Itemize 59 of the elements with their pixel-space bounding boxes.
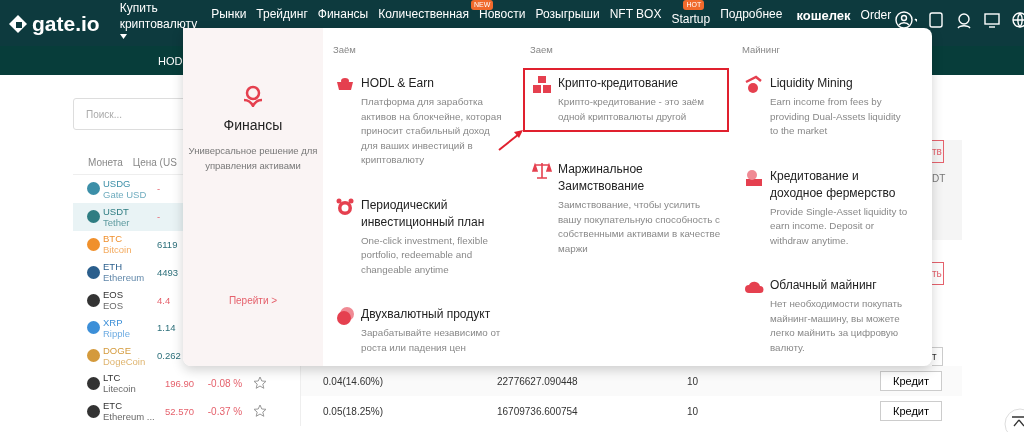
menu-subtitle: Универсальное решение для управления активами [188, 144, 318, 173]
coin-name: Bitcoin [103, 244, 133, 256]
column-header: Цена (US [132, 157, 177, 168]
column-header: Монета [88, 157, 123, 168]
coin-price: - [157, 211, 161, 223]
coin-price: 0.262 [157, 350, 181, 362]
menu-item-description: Provide Single-Asset liquidity to earn income. Deposit or withdraw anytime. [770, 204, 909, 248]
menu-item-title: Маржинальное Заимствование [558, 161, 646, 195]
coin-name: Gate USD [103, 188, 148, 200]
coin-change: -0.08 % [206, 377, 244, 389]
column-heading: Заём [333, 44, 356, 55]
coin-price: 52.570 [164, 405, 196, 417]
amount-cell-text: 22776627.090448 [497, 375, 579, 387]
column-heading: Майнинг [742, 44, 780, 55]
coin-price: 1.14 [157, 322, 176, 334]
coin-price: 196.90 [164, 377, 196, 389]
coin-symbol: EOS [103, 289, 125, 301]
menu-item-title: Кредитование и доходное фермерство [770, 167, 897, 202]
menu-item-title: HODL & Earn [361, 75, 435, 92]
menu-item-title: Liquidity Mining [770, 75, 854, 92]
menu-item-title: Периодический инвестиционный план [361, 196, 486, 231]
coin-name: Ethereum ... [103, 411, 156, 423]
coin-change: -0.37 % [206, 405, 244, 417]
coin-price: 4.4 [157, 294, 171, 306]
coin-symbol: BTC [103, 233, 123, 245]
menu-item-description: One-click investment, flexible portfolio, redeemable and changeable anytime [361, 233, 489, 277]
menu-item-title: Двухвалютный продукт [361, 306, 492, 323]
coin-symbol: XRP [103, 316, 124, 328]
rate-cell-text: 0.04(14.60%) [322, 375, 385, 387]
coin-symbol: USDG [103, 177, 132, 189]
menu-item-title: Облачный майнинг [770, 277, 878, 294]
coin-symbol: ETC [103, 400, 123, 412]
menu-item-title: Крипто-кредитование [558, 75, 679, 92]
coin-name: EOS [103, 300, 125, 312]
days-cell-text: 10 [687, 375, 700, 387]
rate-cell-text: 0.05(18.25%) [322, 405, 385, 417]
menu-title: Финансы [223, 117, 283, 133]
coin-symbol: DOGE [103, 344, 132, 356]
menu-item-description: Заимствование, чтобы усилить вашу покупательную способность с собственными активами в качестве маржи [558, 198, 721, 256]
menu-item-description: Крипто-кредитование - это заём одной криптовалюты другой [558, 95, 706, 124]
coin-price: - [157, 183, 161, 195]
coin-name: Tether [103, 216, 131, 228]
menu-item-description: Зарабатывайте независимо от роста или падения цен [361, 326, 502, 355]
days-cell-text: 10 [687, 405, 700, 417]
coin-symbol: ETH [103, 261, 123, 273]
coin-name: DogeCoin [103, 355, 147, 367]
menu-item-description: Нет необходимости покупать майнинг-машину, вы можете легко майнить за цифровую валюту. [770, 297, 904, 355]
coin-name: Litecoin [103, 383, 137, 395]
coin-name: Ethereum [103, 272, 146, 284]
coin-symbol: USDT [103, 205, 130, 217]
column-heading: Заем [530, 44, 553, 55]
coin-price: 6119 [157, 239, 178, 250]
coin-symbol: LTC [103, 372, 122, 384]
coin-price: 4493 [157, 266, 179, 278]
info-text: DT [932, 173, 947, 184]
menu-item-description: Earn income from fees by providing Dual-Assets liquidity to the market [770, 95, 902, 138]
amount-cell-text: 16709736.600754 [497, 405, 579, 417]
coin-name: Ripple [103, 327, 131, 339]
menu-item-description: Платформа для заработка активов на блокчейне, которая приносит стабильный доход для ваших инвестиций в криптовалюту [361, 95, 503, 167]
